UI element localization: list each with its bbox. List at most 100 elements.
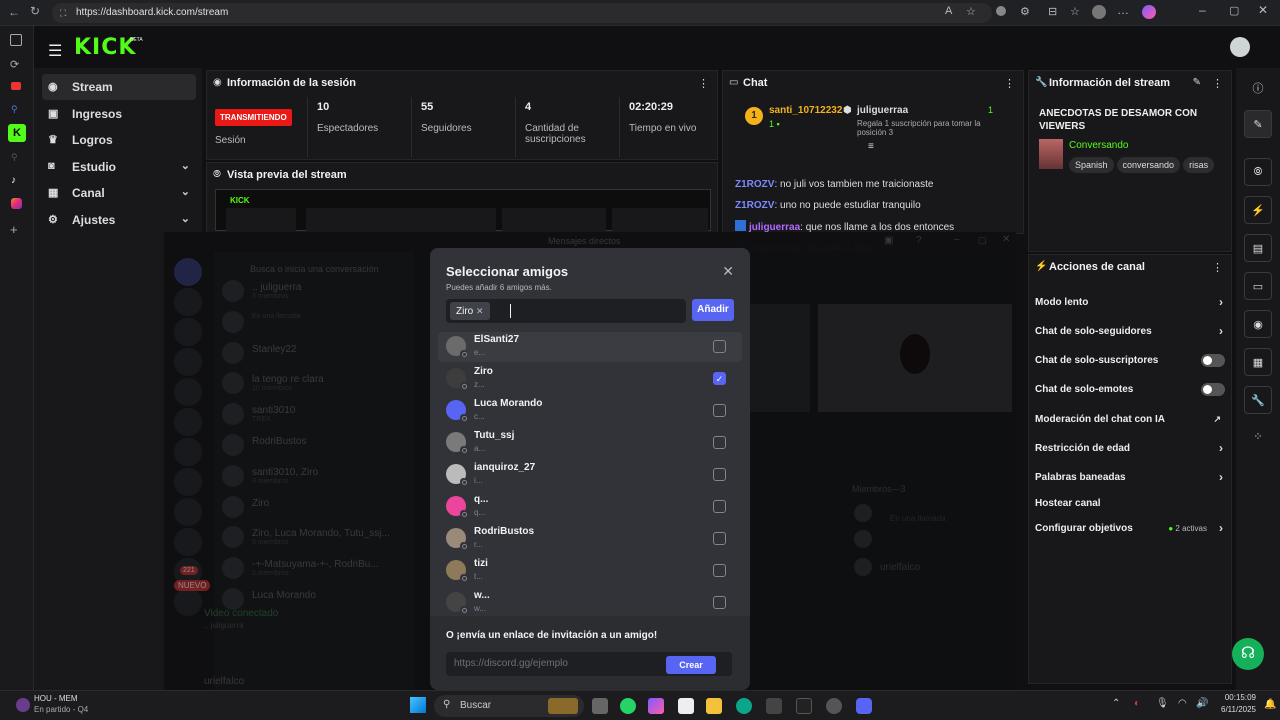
friend-search-input[interactable]: Ziro ✕ [446, 299, 686, 323]
action-moderaci-n-del-chat-con-ia[interactable]: Moderación del chat con IA ↗ [1035, 414, 1225, 425]
taskbar-search[interactable]: ⚲ Buscar [434, 695, 584, 717]
widget-title[interactable]: HOU - MEM [34, 694, 78, 703]
volume-icon[interactable]: 🔊 [1196, 698, 1208, 709]
action-modo-lento[interactable]: Modo lento › [1035, 295, 1225, 309]
tag-chip[interactable]: conversando [1116, 157, 1181, 173]
discord-icon[interactable] [856, 698, 872, 714]
friend-checkbox[interactable] [713, 500, 726, 513]
friend-checkbox[interactable] [713, 468, 726, 481]
support-chat-icon[interactable]: ☊ [1232, 638, 1264, 670]
clock-time[interactable]: 00:15:09 [1222, 693, 1256, 702]
external-link-icon[interactable]: ↗ [1213, 414, 1221, 425]
store-icon[interactable] [678, 698, 694, 714]
file-explorer-icon[interactable] [706, 698, 722, 714]
stream-preview-video[interactable]: KICK [215, 189, 711, 232]
action-restricci-n-de-edad[interactable]: Restricción de edad › [1035, 441, 1225, 455]
action-chat-de-solo-emotes[interactable]: Chat de solo-emotes [1035, 383, 1225, 396]
whatsapp-icon[interactable] [620, 698, 636, 714]
profile-avatar-icon[interactable] [1092, 5, 1106, 19]
layout-icon[interactable]: ▦ [1244, 348, 1272, 376]
actions-menu-icon[interactable]: ⋮ [1212, 261, 1223, 274]
clock-date[interactable]: 6/11/2025 [1214, 705, 1256, 714]
friend-checkbox[interactable] [713, 564, 726, 577]
microphone-icon[interactable]: 🎙 [1156, 698, 1169, 709]
tabs-icon[interactable] [10, 34, 22, 46]
chat-icon[interactable]: ▭ [1244, 272, 1272, 300]
friend-row[interactable]: Tutu_ssj a... [438, 428, 742, 458]
back-icon[interactable]: ← [8, 5, 20, 19]
category-name[interactable]: Conversando [1069, 140, 1128, 151]
app-icon[interactable] [826, 698, 842, 714]
friend-checkbox[interactable] [713, 596, 726, 609]
remove-chip-icon[interactable]: ✕ [476, 306, 484, 316]
kick-logo[interactable]: KICK [74, 35, 136, 60]
tag-chip[interactable]: risas [1183, 157, 1215, 173]
split-icon[interactable]: ⊟ [1048, 5, 1057, 18]
puzzle-icon[interactable]: ⚙ [1020, 5, 1030, 18]
wrench-icon[interactable]: 🔧 [1244, 386, 1272, 414]
friend-row[interactable]: ElSanti27 e... [438, 332, 742, 362]
extension-icon[interactable] [996, 6, 1006, 16]
close-icon[interactable]: ✕ [722, 263, 734, 280]
chevron-right-icon[interactable]: › [1219, 295, 1223, 309]
user-avatar[interactable] [1230, 37, 1250, 57]
windows-start-icon[interactable] [410, 697, 426, 713]
close-window-icon[interactable]: ✕ [1258, 3, 1268, 17]
grid-add-icon[interactable]: ⁘ [1244, 422, 1272, 450]
minimize-icon[interactable]: – [1199, 3, 1206, 17]
document-icon[interactable]: ▤ [1244, 234, 1272, 262]
collections-icon[interactable]: ☆ [1070, 5, 1080, 18]
chevron-down-icon[interactable]: ⌄ [181, 212, 190, 225]
search-icon[interactable]: ⚲ [11, 152, 18, 163]
eye-icon[interactable]: ⦾ [1244, 158, 1272, 186]
hamburger-menu-icon[interactable]: ☰ [48, 41, 62, 61]
second-gifter-name[interactable]: juliguerraa [857, 105, 908, 116]
friend-row[interactable]: ianquiroz_27 i... [438, 460, 742, 490]
sports-icon[interactable] [16, 698, 30, 712]
tag-chip[interactable]: Spanish [1069, 157, 1114, 173]
friend-row[interactable]: q... q... [438, 492, 742, 522]
sidebar-item-logros[interactable]: ♛ Logros [42, 127, 196, 153]
read-aloud-icon[interactable]: A [945, 5, 952, 17]
wifi-icon[interactable]: ◠ [1178, 698, 1187, 709]
action-palabras-baneadas[interactable]: Palabras baneadas › [1035, 470, 1225, 484]
edit-pencil-icon[interactable]: ✎ [1244, 110, 1272, 138]
friend-row[interactable]: w... w... [438, 588, 742, 618]
tiktok-icon[interactable]: ♪ [11, 175, 16, 186]
selected-friend-chip[interactable]: Ziro ✕ [450, 302, 490, 320]
session-menu-icon[interactable]: ⋮ [698, 77, 709, 90]
sidebar-item-ingresos[interactable]: ▣ Ingresos [42, 101, 196, 127]
stream-info-menu-icon[interactable]: ⋮ [1212, 77, 1223, 90]
action-configurar-objetivos[interactable]: Configurar objetivos ● 2 activas › [1035, 521, 1225, 535]
search-icon[interactable]: ⚲ [11, 104, 18, 115]
friend-row[interactable]: RodriBustos r... [438, 524, 742, 554]
task-view-icon[interactable] [592, 698, 608, 714]
action-hostear-canal[interactable]: Hostear canal [1035, 498, 1225, 509]
chevron-down-icon[interactable]: ⌄ [181, 185, 190, 198]
chevron-right-icon[interactable]: › [1219, 521, 1223, 535]
mail-icon[interactable] [766, 698, 782, 714]
category-thumbnail[interactable] [1039, 139, 1063, 169]
add-button[interactable]: Añadir [692, 299, 734, 321]
chat-username[interactable]: Z1ROZV [735, 200, 774, 211]
chevron-right-icon[interactable]: › [1219, 324, 1223, 338]
friend-checkbox[interactable]: ✓ [713, 372, 726, 385]
more-icon[interactable]: … [1117, 3, 1129, 17]
friend-row[interactable]: tizi t... [438, 556, 742, 586]
epic-games-icon[interactable] [796, 698, 812, 714]
top-gifter-name[interactable]: santi_10712232 [769, 105, 842, 116]
copilot-icon[interactable] [1142, 5, 1156, 19]
friend-row[interactable]: Luca Morando c... [438, 396, 742, 426]
info-icon[interactable]: ⓘ [1244, 74, 1272, 102]
chat-menu-icon[interactable]: ⋮ [1004, 77, 1015, 90]
sidebar-item-estudio[interactable]: ◙ Estudio ⌄ [42, 154, 196, 180]
edge-icon[interactable] [736, 698, 752, 714]
toggle-switch[interactable] [1201, 354, 1225, 367]
sidebar-item-ajustes[interactable]: ⚙ Ajustes ⌄ [42, 207, 196, 233]
add-icon[interactable]: + [10, 222, 18, 237]
youtube-icon[interactable] [11, 82, 21, 90]
friend-checkbox[interactable] [713, 532, 726, 545]
chevron-down-icon[interactable]: ⌄ [181, 159, 190, 172]
kick-icon[interactable]: K [8, 124, 26, 142]
edit-pencil-icon[interactable]: ✎ [1193, 77, 1201, 88]
